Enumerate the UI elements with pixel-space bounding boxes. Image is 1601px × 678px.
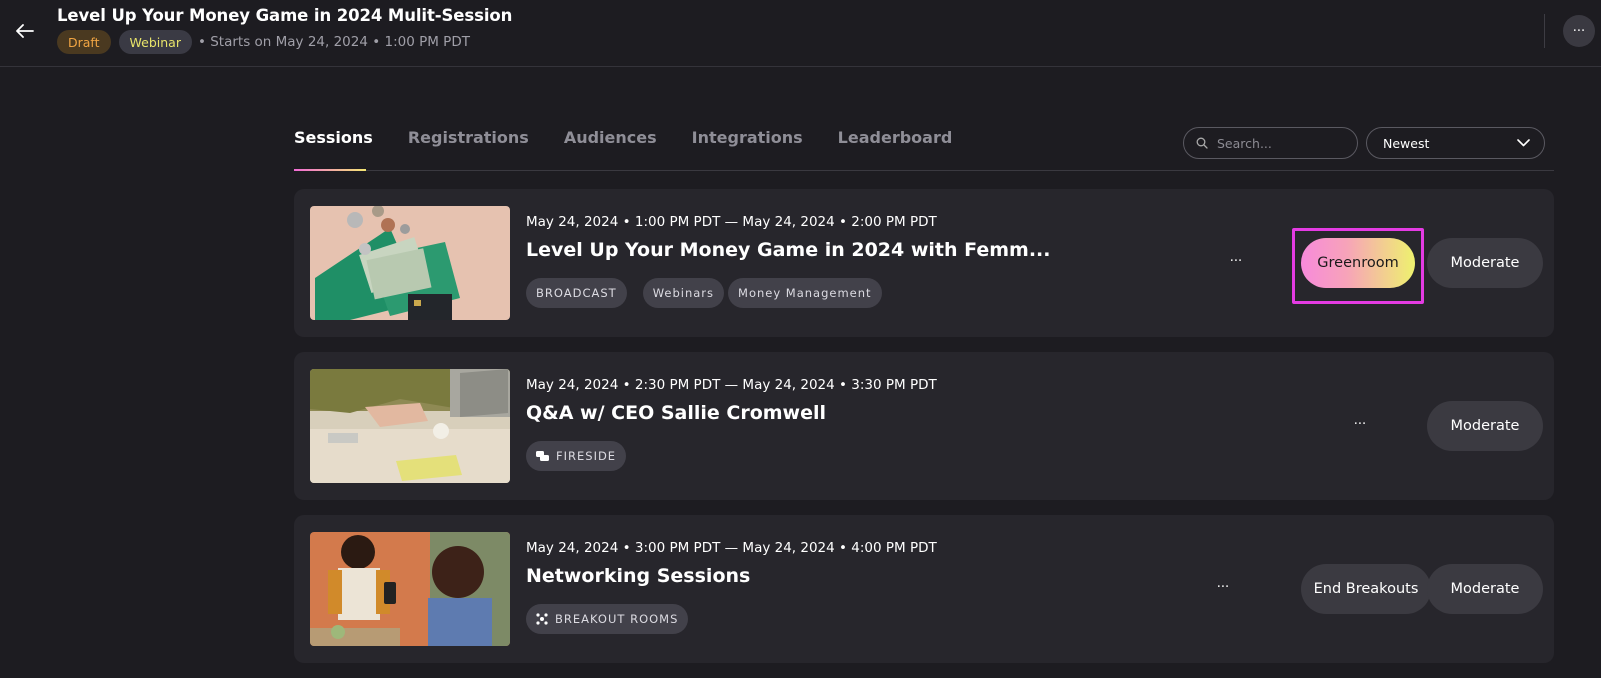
session-title: Level Up Your Money Game in 2024 with Fe… xyxy=(526,239,1051,261)
session-datetime: May 24, 2024 • 2:30 PM PDT — May 24, 202… xyxy=(526,377,937,393)
session-more-icon[interactable]: ··· xyxy=(1224,249,1248,273)
category-tag: Money Management xyxy=(728,278,882,308)
tab-audiences[interactable]: Audiences xyxy=(564,128,657,172)
moderate-button[interactable]: Moderate xyxy=(1427,564,1543,614)
tab-leaderboard[interactable]: Leaderboard xyxy=(838,128,953,172)
session-type-label: BREAKOUT ROOMS xyxy=(555,612,679,626)
search-icon xyxy=(1196,137,1208,149)
tab-sessions[interactable]: Sessions xyxy=(294,128,373,172)
sort-dropdown[interactable]: Newest xyxy=(1366,127,1545,159)
session-type-tag: FIRESIDE xyxy=(526,441,627,471)
breakout-icon xyxy=(536,613,548,625)
session-datetime: May 24, 2024 • 1:00 PM PDT — May 24, 202… xyxy=(526,214,937,230)
back-arrow-icon[interactable] xyxy=(14,20,36,42)
session-type-tag: BREAKOUT ROOMS xyxy=(526,604,689,634)
search-input[interactable] xyxy=(1217,135,1347,151)
greenroom-button[interactable]: Greenroom xyxy=(1301,238,1415,288)
webinar-badge: Webinar xyxy=(118,30,192,54)
session-type-label: FIRESIDE xyxy=(556,449,617,463)
moderate-button[interactable]: Moderate xyxy=(1427,401,1543,451)
chat-bubbles-icon xyxy=(536,450,549,462)
tab-bar: Sessions Registrations Audiences Integra… xyxy=(294,128,987,172)
more-options-button[interactable]: ··· xyxy=(1563,15,1595,47)
session-tags: BREAKOUT ROOMS xyxy=(526,604,692,634)
tab-registrations[interactable]: Registrations xyxy=(408,128,529,172)
active-tab-indicator xyxy=(294,169,366,171)
session-thumbnail xyxy=(310,532,510,646)
session-title: Networking Sessions xyxy=(526,565,751,587)
session-thumbnail xyxy=(310,369,510,483)
session-tags: FIRESIDE xyxy=(526,441,630,471)
event-meta: Draft Webinar • Starts on May 24, 2024 •… xyxy=(57,30,470,54)
draft-badge: Draft xyxy=(57,30,111,54)
session-card[interactable]: May 24, 2024 • 3:00 PM PDT — May 24, 202… xyxy=(294,515,1554,663)
session-title: Q&A w/ CEO Sallie Cromwell xyxy=(526,402,827,424)
sort-value: Newest xyxy=(1383,135,1430,151)
search-box[interactable] xyxy=(1183,127,1358,159)
session-tags: BROADCAST Webinars Money Management xyxy=(526,278,886,308)
top-bar: Level Up Your Money Game in 2024 Mulit-S… xyxy=(0,0,1601,67)
session-thumbnail xyxy=(310,206,510,320)
event-title: Level Up Your Money Game in 2024 Mulit-S… xyxy=(57,6,513,25)
chevron-down-icon xyxy=(1517,139,1530,147)
divider xyxy=(1544,14,1545,48)
session-card[interactable]: May 24, 2024 • 1:00 PM PDT — May 24, 202… xyxy=(294,189,1554,337)
session-more-icon[interactable]: ··· xyxy=(1211,575,1235,599)
session-type-tag: BROADCAST xyxy=(526,278,627,308)
session-card[interactable]: May 24, 2024 • 2:30 PM PDT — May 24, 202… xyxy=(294,352,1554,500)
start-time-text: • Starts on May 24, 2024 • 1:00 PM PDT xyxy=(197,34,470,50)
tab-integrations[interactable]: Integrations xyxy=(692,128,803,172)
end-breakouts-button[interactable]: End Breakouts xyxy=(1301,564,1431,614)
session-datetime: May 24, 2024 • 3:00 PM PDT — May 24, 202… xyxy=(526,540,937,556)
category-tag: Webinars xyxy=(642,278,725,308)
tabs-divider xyxy=(294,170,1554,171)
session-more-icon[interactable]: ··· xyxy=(1348,412,1372,436)
moderate-button[interactable]: Moderate xyxy=(1427,238,1543,288)
